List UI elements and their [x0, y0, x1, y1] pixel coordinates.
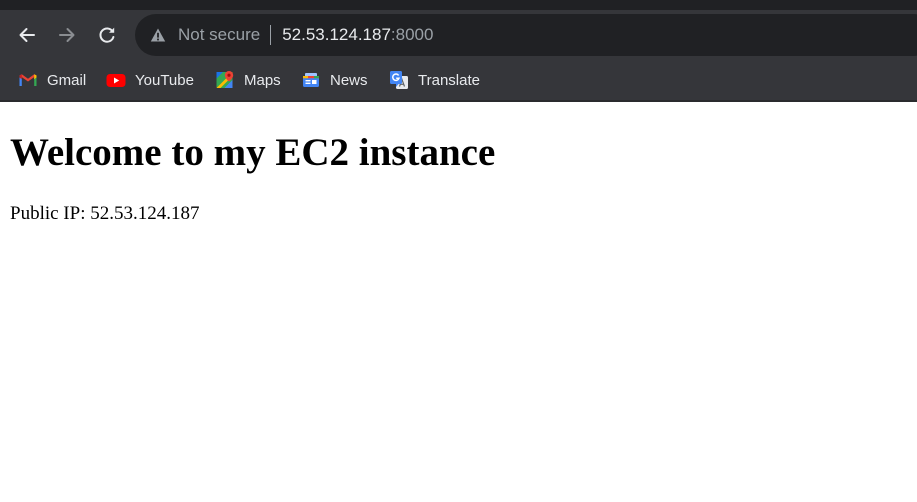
bookmark-label: Translate [418, 71, 480, 89]
warning-icon[interactable] [150, 27, 166, 43]
url-host[interactable]: 52.53.124.187 [282, 25, 391, 45]
youtube-icon [106, 74, 126, 87]
bookmarks-bar: Gmail YouTube Maps News Translate [0, 60, 917, 100]
forward-button[interactable] [51, 19, 83, 51]
bookmark-label: Gmail [47, 71, 87, 89]
back-button[interactable] [11, 19, 43, 51]
bookmark-label: Maps [244, 71, 281, 89]
bookmark-youtube[interactable]: YouTube [106, 69, 194, 91]
browser-chrome: Not secure 52.53.124.187 :8000 Gmail You… [0, 0, 917, 102]
news-icon [303, 73, 319, 87]
reload-icon [99, 27, 115, 43]
reload-button[interactable] [91, 19, 123, 51]
arrow-right-icon [59, 28, 75, 42]
maps-icon [216, 71, 234, 88]
translate-icon [390, 71, 408, 89]
public-ip-text: Public IP: 52.53.124.187 [10, 203, 200, 224]
page-content: Welcome to my EC2 instance Public IP: 52… [0, 102, 917, 502]
page-heading: Welcome to my EC2 instance [10, 131, 496, 174]
bookmark-label: YouTube [135, 71, 194, 89]
tab-strip-edge [0, 0, 917, 10]
bookmark-gmail[interactable]: Gmail [18, 69, 86, 91]
arrow-left-icon [19, 28, 35, 42]
bookmark-maps[interactable]: Maps [215, 69, 281, 91]
url-port[interactable]: :8000 [391, 25, 434, 45]
bookmark-translate[interactable]: Translate [389, 69, 480, 91]
bookmark-label: News [330, 71, 368, 89]
browser-toolbar: Not secure 52.53.124.187 :8000 [0, 10, 917, 60]
omnibox-divider [270, 25, 272, 45]
gmail-icon [19, 74, 37, 86]
address-bar[interactable]: Not secure 52.53.124.187 :8000 [135, 14, 917, 56]
security-status-label[interactable]: Not secure [178, 25, 260, 45]
bookmark-news[interactable]: News [301, 69, 368, 91]
